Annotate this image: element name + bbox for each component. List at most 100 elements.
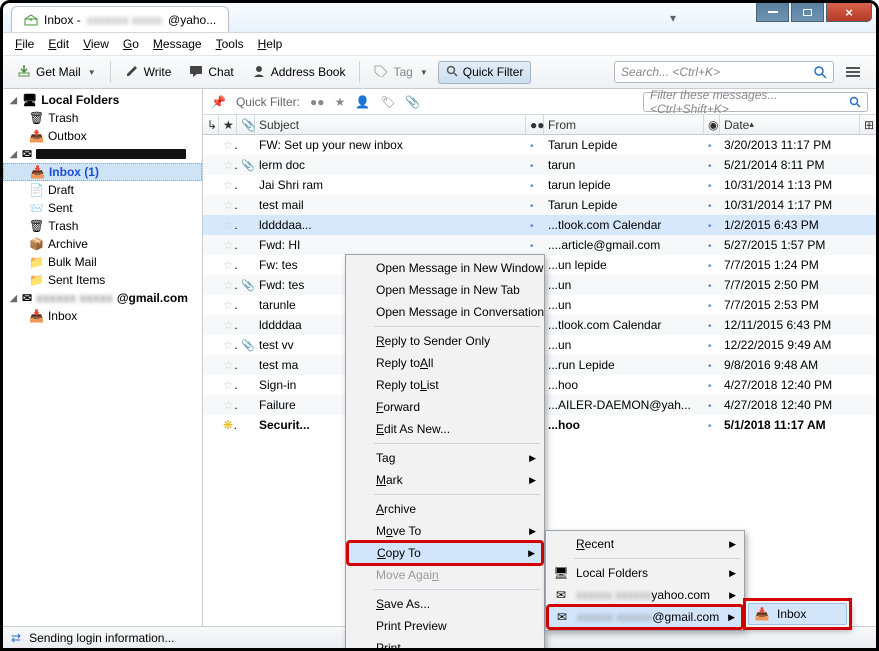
menu-view[interactable]: View bbox=[77, 35, 115, 53]
sub-inbox[interactable]: 📥Inbox bbox=[748, 603, 847, 625]
star-icon[interactable]: ☆ bbox=[223, 298, 237, 312]
col-subject[interactable]: Subject bbox=[255, 115, 526, 134]
ctx-mark[interactable]: Mark▶ bbox=[348, 469, 542, 491]
star-filter-icon[interactable]: ★ bbox=[334, 95, 345, 109]
col-read[interactable]: ●● bbox=[526, 115, 544, 134]
ctx-edit-as-new[interactable]: Edit As New... bbox=[348, 418, 542, 440]
ctx-reply-all[interactable]: Reply to All bbox=[348, 352, 542, 374]
app-window: Inbox - xxxxxxx xxxxx @yaho... ▾ × File … bbox=[0, 0, 879, 651]
col-from[interactable]: From bbox=[544, 115, 704, 134]
ctx-copy-to[interactable]: Copy To▶ bbox=[348, 542, 542, 564]
message-date: 7/7/2015 2:53 PM bbox=[720, 298, 860, 312]
star-icon[interactable]: ☆ bbox=[223, 158, 237, 172]
menu-edit[interactable]: Edit bbox=[42, 35, 75, 53]
quick-filter-button[interactable]: Quick Filter bbox=[438, 61, 532, 84]
close-button[interactable]: × bbox=[826, 3, 872, 22]
star-icon[interactable]: ☆ bbox=[223, 398, 237, 412]
star-icon[interactable]: ☆ bbox=[223, 278, 237, 292]
col-picker[interactable]: ⊞ bbox=[860, 115, 876, 134]
message-row[interactable]: ☆FW: Set up your new inbox•Tarun Lepide•… bbox=[203, 135, 876, 155]
ctx-open-new-window[interactable]: Open Message in New Window bbox=[348, 257, 542, 279]
flag-dot-icon: • bbox=[708, 321, 712, 332]
attachment-filter-icon[interactable]: 📎 bbox=[405, 95, 420, 109]
tree-account-1[interactable]: ◢✉ bbox=[3, 145, 202, 163]
star-icon[interactable]: ☆ bbox=[223, 238, 237, 252]
ctx-open-new-tab[interactable]: Open Message in New Tab bbox=[348, 279, 542, 301]
address-book-button[interactable]: Address Book bbox=[244, 60, 354, 85]
message-row[interactable]: ☆test mail•Tarun Lepide•10/31/2014 1:17 … bbox=[203, 195, 876, 215]
message-row[interactable]: ☆📎lerm doc•tarun•5/21/2014 8:11 PM bbox=[203, 155, 876, 175]
col-flag[interactable]: ◉ bbox=[704, 115, 720, 134]
tree-bulk[interactable]: 📁Bulk Mail bbox=[3, 253, 202, 271]
tag-filter-icon[interactable]: 🏷 bbox=[380, 95, 395, 109]
search-icon[interactable] bbox=[813, 65, 827, 79]
tree-trash-2[interactable]: 🗑Trash bbox=[3, 217, 202, 235]
star-icon[interactable]: ☆ bbox=[223, 378, 237, 392]
inbox-icon: 📥 bbox=[754, 607, 770, 621]
maximize-button[interactable] bbox=[791, 3, 824, 22]
ctx-print-preview[interactable]: Print Preview bbox=[348, 615, 542, 637]
ctx-reply-list[interactable]: Reply to List bbox=[348, 374, 542, 396]
ctx-tag[interactable]: Tag▶ bbox=[348, 447, 542, 469]
app-menu-button[interactable] bbox=[840, 61, 866, 83]
tab-inbox[interactable]: Inbox - xxxxxxx xxxxx @yaho... bbox=[11, 6, 229, 32]
star-icon[interactable]: ☆ bbox=[223, 138, 237, 152]
col-attachment[interactable]: 📎 bbox=[237, 115, 255, 134]
col-date[interactable]: Date ▴ bbox=[720, 115, 860, 134]
sub-account-2[interactable]: ✉xxxxxx xxxxxx@gmail.com▶ bbox=[548, 606, 742, 628]
tab-dropdown-icon[interactable]: ▾ bbox=[670, 11, 676, 25]
tree-outbox[interactable]: 📤Outbox bbox=[3, 127, 202, 145]
pin-icon[interactable]: 📌 bbox=[211, 95, 226, 109]
ctx-move-to[interactable]: Move To▶ bbox=[348, 520, 542, 542]
ctx-forward[interactable]: Forward bbox=[348, 396, 542, 418]
tree-draft[interactable]: 📄Draft bbox=[3, 181, 202, 199]
minimize-button[interactable] bbox=[756, 3, 789, 22]
message-row[interactable]: ☆lddddaa...•...tlook.com Calendar•1/2/20… bbox=[203, 215, 876, 235]
tag-button[interactable]: Tag▼ bbox=[366, 61, 435, 84]
ctx-save-as[interactable]: Save As... bbox=[348, 593, 542, 615]
contact-filter-icon[interactable]: 👤 bbox=[355, 95, 370, 109]
tree-local-folders[interactable]: ◢🖥Local Folders bbox=[3, 91, 202, 109]
tree-trash[interactable]: 🗑Trash bbox=[3, 109, 202, 127]
flag-dot-icon: • bbox=[708, 401, 712, 412]
sub-recent[interactable]: Recent▶ bbox=[548, 533, 742, 555]
menu-help[interactable]: Help bbox=[252, 35, 289, 53]
unread-filter-icon[interactable]: ●● bbox=[310, 95, 325, 109]
star-icon[interactable]: ☆ bbox=[223, 318, 237, 332]
chat-button[interactable]: Chat bbox=[181, 61, 241, 84]
tree-account-2[interactable]: ◢✉xxxxxx xxxxx@gmail.com bbox=[3, 289, 202, 307]
menu-message[interactable]: Message bbox=[147, 35, 208, 53]
star-icon[interactable]: ☆ bbox=[223, 178, 237, 192]
write-button[interactable]: Write bbox=[117, 60, 180, 85]
star-icon[interactable]: ☆ bbox=[223, 198, 237, 212]
search-icon[interactable] bbox=[849, 96, 861, 108]
tree-inbox-2[interactable]: 📥Inbox bbox=[3, 307, 202, 325]
col-star[interactable]: ★ bbox=[219, 115, 237, 134]
message-row[interactable]: ☆Fwd: HI•....article@gmail.com•5/27/2015… bbox=[203, 235, 876, 255]
search-input[interactable]: Search... <Ctrl+K> bbox=[614, 61, 834, 83]
star-icon[interactable]: ☆ bbox=[223, 338, 237, 352]
menu-file[interactable]: File bbox=[9, 35, 40, 53]
sub-account-1[interactable]: ✉xxxxxx xxxxxxyahoo.com▶ bbox=[548, 584, 742, 606]
ctx-print[interactable]: Print... bbox=[348, 637, 542, 651]
menu-go[interactable]: Go bbox=[117, 35, 145, 53]
star-icon[interactable]: ❋ bbox=[223, 418, 237, 432]
sub-local-folders[interactable]: 🖥Local Folders▶ bbox=[548, 562, 742, 584]
get-mail-button[interactable]: Get Mail▼ bbox=[9, 60, 104, 85]
tree-sent-items[interactable]: 📁Sent Items bbox=[3, 271, 202, 289]
filter-input[interactable]: Filter these messages... <Ctrl+Shift+K> bbox=[643, 92, 868, 112]
ctx-open-conversation[interactable]: Open Message in Conversation bbox=[348, 301, 542, 323]
message-date: 12/11/2015 6:43 PM bbox=[720, 318, 860, 332]
tree-inbox-1[interactable]: 📥Inbox (1) bbox=[3, 163, 202, 181]
tree-archive[interactable]: 📦Archive bbox=[3, 235, 202, 253]
col-thread[interactable]: ↳ bbox=[203, 115, 219, 134]
ctx-archive[interactable]: Archive bbox=[348, 498, 542, 520]
message-row[interactable]: ☆Jai Shri ram•tarun lepide•10/31/2014 1:… bbox=[203, 175, 876, 195]
star-icon[interactable]: ☆ bbox=[223, 358, 237, 372]
inbox-icon: 📥 bbox=[29, 309, 44, 323]
menu-tools[interactable]: Tools bbox=[210, 35, 250, 53]
star-icon[interactable]: ☆ bbox=[223, 258, 237, 272]
tree-sent[interactable]: 📨Sent bbox=[3, 199, 202, 217]
ctx-reply-sender[interactable]: Reply to Sender Only bbox=[348, 330, 542, 352]
star-icon[interactable]: ☆ bbox=[223, 218, 237, 232]
